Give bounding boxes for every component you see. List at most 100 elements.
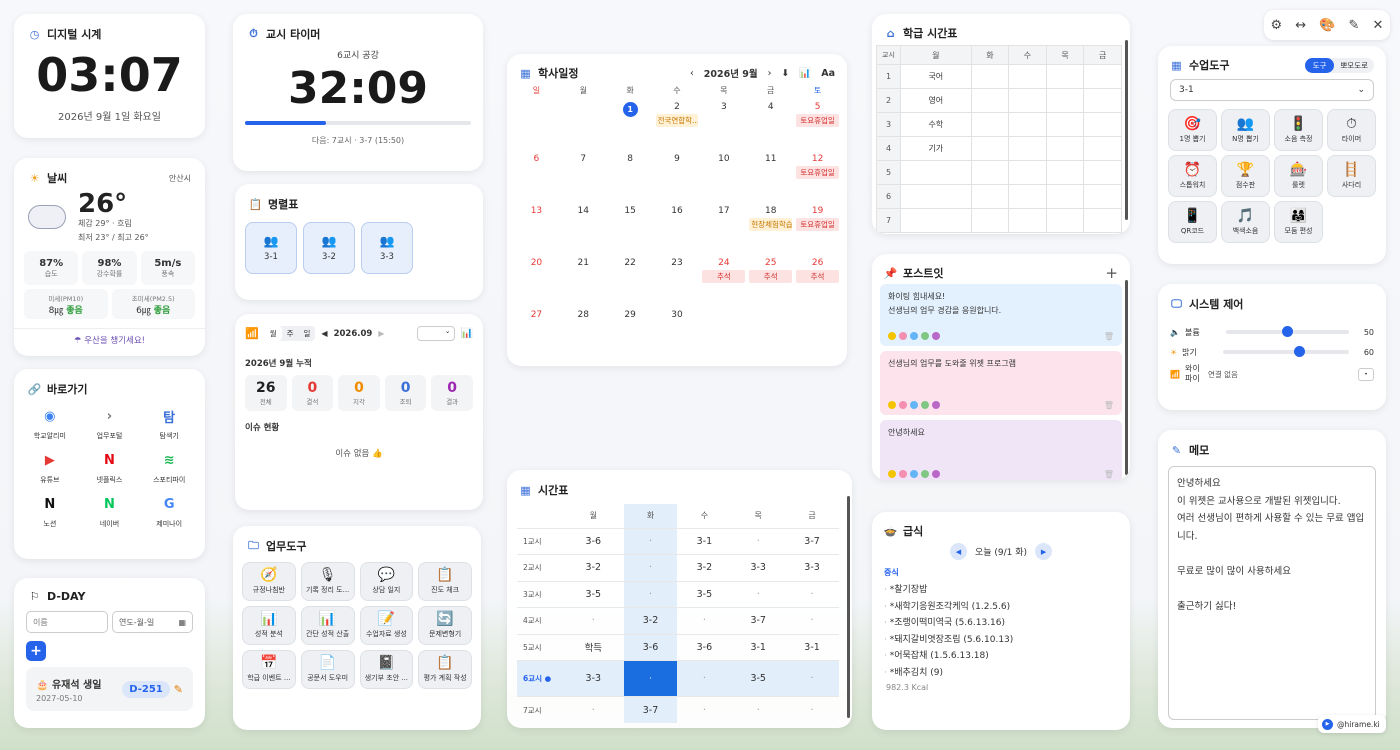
timetable-cell[interactable]: 3-1: [785, 634, 839, 661]
subject-cell[interactable]: 영어: [900, 88, 972, 113]
calendar-day[interactable]: 25 추석: [747, 258, 794, 304]
calendar-day[interactable]: 23: [654, 258, 701, 304]
scrollbar[interactable]: [1125, 280, 1128, 475]
color-dot[interactable]: [888, 470, 896, 478]
brightness-knob[interactable]: [1293, 346, 1305, 357]
gear-icon[interactable]: ⚙: [1271, 18, 1283, 33]
subject-cell[interactable]: [900, 184, 972, 209]
calendar-day[interactable]: 17: [700, 206, 747, 252]
next-month-button[interactable]: ›: [768, 68, 772, 79]
calendar-day[interactable]: 24 추석: [700, 258, 747, 304]
worktool-button[interactable]: 📝 수업자료 생성: [359, 606, 414, 645]
shortcut-item[interactable]: N 노션: [20, 493, 80, 529]
subject-cell[interactable]: [1008, 136, 1047, 161]
calendar-event[interactable]: 토요휴업일: [796, 114, 839, 127]
font-size-button[interactable]: Aa: [821, 68, 835, 79]
prev-icon[interactable]: ◀: [321, 329, 327, 338]
color-dot[interactable]: [899, 401, 907, 409]
calendar-day[interactable]: [700, 310, 747, 356]
subject-cell[interactable]: [970, 160, 1010, 185]
calendar-day[interactable]: 10: [700, 154, 747, 200]
calendar-day[interactable]: 18 현장체험학습: [747, 206, 794, 252]
scrollbar[interactable]: [847, 496, 850, 718]
shortcut-item[interactable]: › 업무포털: [80, 405, 140, 441]
dday-item[interactable]: 🎂 유재석 생일 2027-05-10 D-251 ✎: [26, 667, 193, 711]
classtool-button[interactable]: 🎵 백색소음: [1221, 201, 1270, 243]
worktool-button[interactable]: 📋 진도 체크: [418, 562, 472, 601]
worktool-button[interactable]: 💬 상담 일지: [359, 562, 414, 601]
timetable-cell[interactable]: 3-1: [731, 634, 785, 661]
classtool-button[interactable]: 🎯 1명 뽑기: [1168, 109, 1217, 151]
postit-note[interactable]: 선생님의 업무를 도와줄 위젯 프로그램 🗑: [880, 351, 1122, 415]
roster-class[interactable]: 👥 3-3: [361, 222, 413, 274]
subject-cell[interactable]: [1045, 88, 1085, 113]
timetable-cell[interactable]: ·: [623, 528, 678, 555]
shortcut-item[interactable]: N 넷플릭스: [80, 449, 140, 485]
subject-cell[interactable]: [1045, 136, 1085, 161]
tab-tools[interactable]: 도구: [1304, 57, 1335, 73]
classtool-button[interactable]: 👥 N명 뽑기: [1221, 109, 1270, 151]
subject-cell[interactable]: [1045, 184, 1085, 209]
timetable-cell[interactable]: ·: [785, 661, 839, 697]
palette-icon[interactable]: 🎨: [1319, 18, 1335, 33]
timetable-cell[interactable]: ·: [623, 660, 678, 697]
tab-day[interactable]: 일: [299, 326, 316, 341]
color-dot[interactable]: [932, 470, 940, 478]
calendar-day[interactable]: 14: [560, 206, 607, 252]
wifi-menu-button[interactable]: •: [1358, 367, 1374, 381]
trash-icon[interactable]: 🗑: [1104, 470, 1114, 479]
calendar-event[interactable]: 추석: [796, 270, 839, 283]
color-dot[interactable]: [910, 470, 918, 478]
timetable-cell[interactable]: ·: [677, 661, 731, 697]
timetable-cell[interactable]: 3-3: [731, 555, 785, 582]
calendar-day[interactable]: [560, 102, 607, 148]
subject-cell[interactable]: [970, 208, 1010, 233]
calendar-day[interactable]: 22: [607, 258, 654, 304]
timetable-cell[interactable]: 3-2: [563, 555, 624, 582]
classtool-button[interactable]: 🎰 룰렛: [1274, 155, 1323, 197]
subject-cell[interactable]: [1083, 160, 1122, 185]
color-dot[interactable]: [921, 470, 929, 478]
calendar-event[interactable]: 추석: [749, 270, 793, 283]
dday-add-button[interactable]: +: [26, 641, 46, 661]
pencil-icon[interactable]: ✎: [174, 683, 183, 696]
timetable-cell[interactable]: 3-5: [731, 661, 785, 697]
subject-cell[interactable]: 국어: [900, 64, 972, 89]
classtool-button[interactable]: 📱 QR코드: [1168, 201, 1217, 243]
timetable-cell[interactable]: ·: [731, 697, 785, 724]
tab-month[interactable]: 월: [264, 326, 282, 341]
timetable-cell[interactable]: 3-6: [677, 634, 731, 661]
calendar-day[interactable]: 1: [607, 102, 654, 148]
worktool-button[interactable]: 📓 생기부 초안 ...: [359, 650, 414, 689]
resize-icon[interactable]: ↔: [1295, 18, 1306, 33]
color-dot[interactable]: [921, 332, 929, 340]
edit-icon[interactable]: ✎: [1349, 18, 1360, 33]
dday-date-input[interactable]: 연도-월-일 ▦: [112, 611, 193, 633]
add-note-button[interactable]: +: [1105, 264, 1118, 282]
timetable-cell[interactable]: 3-5: [677, 581, 731, 608]
next-icon[interactable]: ▶: [378, 329, 384, 338]
subject-cell[interactable]: [970, 112, 1010, 137]
shortcut-item[interactable]: ≋ 스포티파이: [139, 449, 199, 485]
color-dot[interactable]: [910, 401, 918, 409]
trash-icon[interactable]: 🗑: [1104, 332, 1114, 341]
brightness-slider[interactable]: [1223, 346, 1349, 357]
subject-cell[interactable]: [1008, 64, 1047, 89]
calendar-day[interactable]: 30: [654, 310, 701, 356]
timetable-cell[interactable]: ·: [785, 581, 839, 608]
worktool-button[interactable]: 🎙 기록 정리 도...: [300, 562, 355, 601]
subject-cell[interactable]: 기가: [900, 136, 972, 161]
subject-cell[interactable]: [1008, 208, 1047, 233]
calendar-day[interactable]: 7: [560, 154, 607, 200]
subject-cell[interactable]: [900, 160, 972, 185]
worktool-button[interactable]: 📊 성적 분석: [242, 606, 296, 645]
calendar-event[interactable]: 현장체험학습: [749, 218, 793, 231]
calendar-day[interactable]: 4: [747, 102, 794, 148]
shortcut-item[interactable]: N 네이버: [80, 493, 140, 529]
calendar-day[interactable]: 28: [560, 310, 607, 356]
memo-textarea[interactable]: 안녕하세요 이 위젯은 교사용으로 개발된 위젯입니다. 여러 선생님이 편하게…: [1168, 466, 1376, 720]
download-icon[interactable]: ⬇: [781, 68, 789, 79]
prev-month-button[interactable]: ‹: [690, 68, 694, 79]
subject-cell[interactable]: [970, 136, 1010, 161]
chart-icon[interactable]: 📊: [799, 68, 811, 79]
